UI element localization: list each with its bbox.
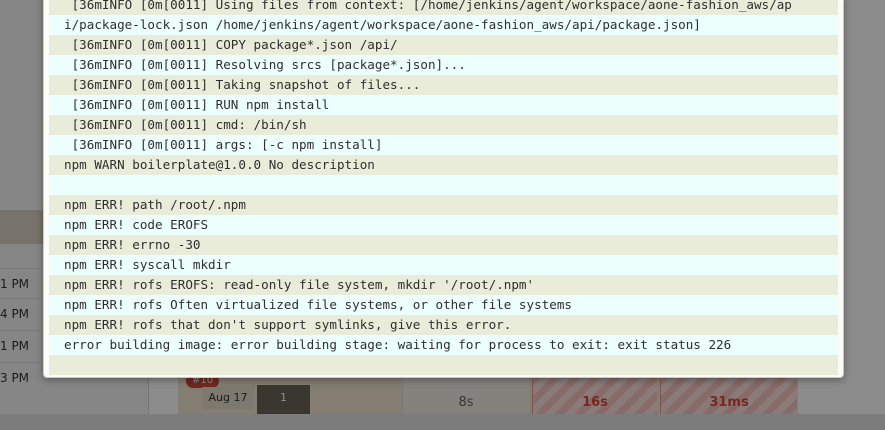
log-line: [36mINFO [0m[0011] Taking snapshot of fi…: [49, 75, 838, 95]
log-line: npm ERR! path /root/.npm: [49, 195, 838, 215]
log-line: [36mINFO [0m[0011] cmd: /bin/sh: [49, 115, 838, 135]
log-line: [36mINFO [0m[0011] args: [-c npm install…: [49, 135, 838, 155]
log-line: npm WARN boilerplate@1.0.0 No descriptio…: [49, 155, 838, 175]
log-line: i/package-lock.json /home/jenkins/agent/…: [49, 15, 838, 35]
log-line: error building image: error building sta…: [49, 335, 838, 355]
log-line: [36mINFO [0m[0011] COPY package*.json /a…: [49, 35, 838, 55]
log-line: npm ERR! errno -30: [49, 235, 838, 255]
log-line: npm ERR! syscall mkdir: [49, 255, 838, 275]
log-line: [36mINFO [0m[0011] RUN npm install: [49, 95, 838, 115]
log-line: npm ERR! rofs Often virtualized file sys…: [49, 295, 838, 315]
stage-log-dialog: [36mINFO [0m[0011] Using files from cont…: [43, 0, 844, 378]
log-line: [49, 175, 838, 195]
log-line: npm ERR! rofs that don't support symlink…: [49, 315, 838, 335]
log-line: npm ERR! rofs EROFS: read-only file syst…: [49, 275, 838, 295]
log-line: npm ERR! code EROFS: [49, 215, 838, 235]
log-line: [36mINFO [0m[0011] Resolving srcs [packa…: [49, 55, 838, 75]
log-line: [49, 355, 838, 375]
log-line: [36mINFO [0m[0011] Using files from cont…: [49, 0, 838, 15]
console-log: [36mINFO [0m[0011] Using files from cont…: [49, 0, 838, 375]
